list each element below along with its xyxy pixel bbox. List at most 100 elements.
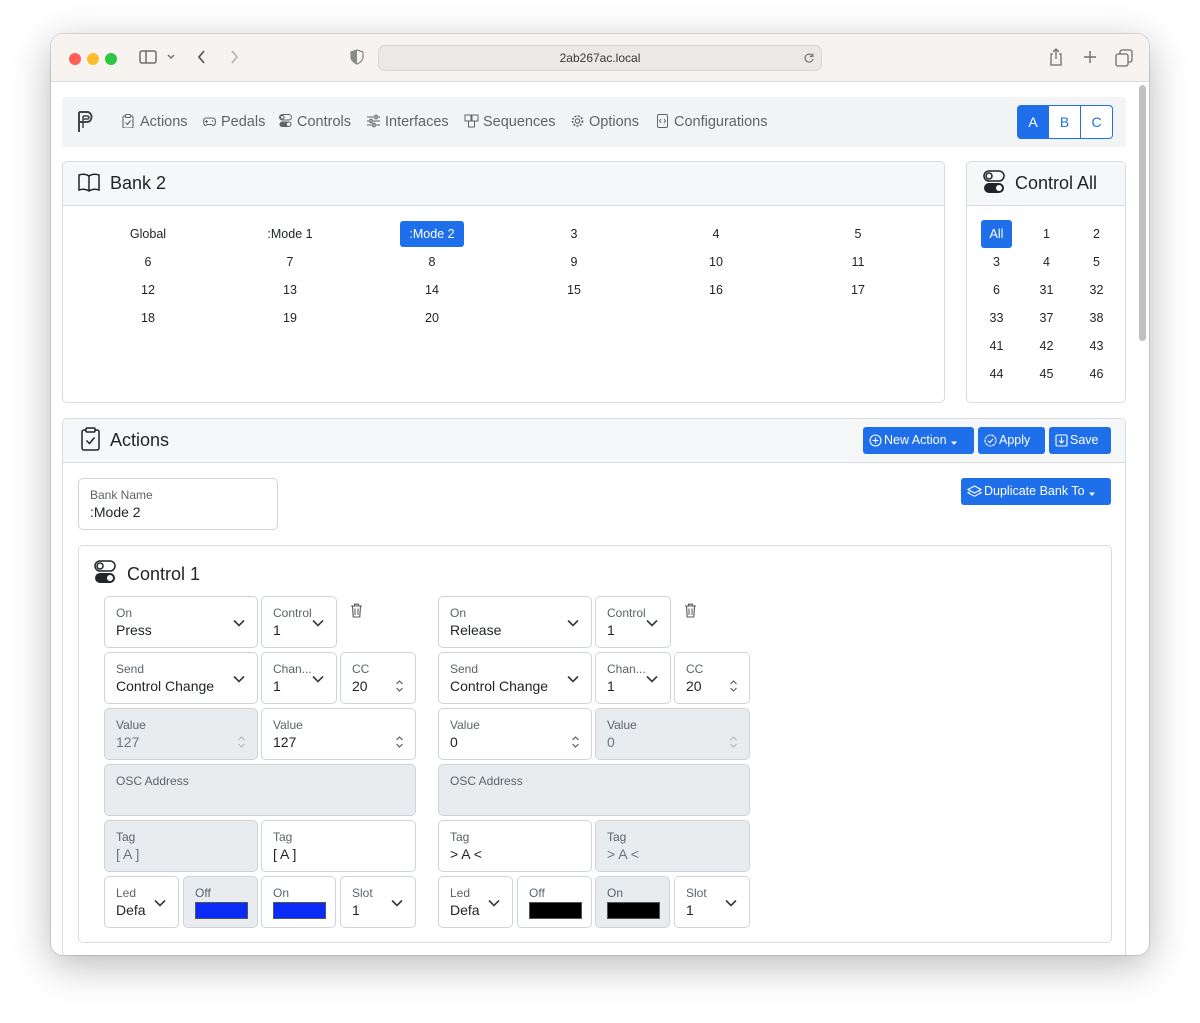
sidebar-toggle-icon[interactable] [139, 49, 157, 70]
bank-item[interactable]: 19 [258, 305, 322, 331]
control-select[interactable]: Control 1 [595, 596, 671, 648]
new-tab-icon[interactable] [1083, 49, 1097, 70]
privacy-shield-icon[interactable] [350, 49, 364, 70]
send-type-select[interactable]: Send Control Change [104, 652, 258, 704]
nav-pedals[interactable]: Pedals [202, 113, 265, 133]
tag-input[interactable]: Tag [ A ] [261, 820, 416, 872]
control-item[interactable]: 2 [1081, 220, 1112, 248]
send-type-select[interactable]: Send Control Change [438, 652, 592, 704]
control-item[interactable]: 33 [981, 304, 1012, 332]
minimize-window-button[interactable] [87, 53, 99, 65]
browser-window: 2ab267ac.local Actions Pedals Controls I… [51, 34, 1149, 955]
bank-item[interactable]: 8 [400, 249, 464, 275]
chevron-down-icon [312, 619, 324, 627]
bank-item[interactable]: 16 [684, 277, 748, 303]
save-button[interactable]: Save [1049, 427, 1111, 454]
control-select[interactable]: Control 1 [261, 596, 337, 648]
bank-item[interactable]: 7 [258, 249, 322, 275]
off-color-picker[interactable]: Off [517, 876, 592, 928]
cc-input[interactable]: CC 20 [674, 652, 750, 704]
control-item[interactable]: All [981, 220, 1012, 248]
field-label: On [607, 886, 624, 900]
channel-select[interactable]: Chan... 1 [595, 652, 671, 704]
bank-item[interactable]: 13 [258, 277, 322, 303]
value-input[interactable]: Value 0 [438, 708, 592, 760]
slot-select[interactable]: Slot 1 [340, 876, 416, 928]
apply-button[interactable]: Apply [978, 427, 1045, 454]
share-icon[interactable] [1049, 48, 1063, 71]
led-select[interactable]: Led Defa [438, 876, 513, 928]
app-logo-icon[interactable] [76, 110, 96, 134]
slot-select[interactable]: Slot 1 [674, 876, 750, 928]
control-item[interactable]: 32 [1081, 276, 1112, 304]
nav-options[interactable]: Options [570, 113, 639, 133]
control-item[interactable]: 38 [1081, 304, 1112, 332]
chevron-down-icon [567, 675, 579, 683]
profile-button-c[interactable]: C [1081, 105, 1113, 139]
new-action-button[interactable]: New Action [863, 427, 974, 454]
bank-item[interactable]: 17 [826, 277, 890, 303]
nav-interfaces[interactable]: Interfaces [366, 113, 449, 133]
address-bar[interactable]: 2ab267ac.local [378, 45, 822, 71]
bank-item[interactable]: 10 [684, 249, 748, 275]
trash-icon[interactable] [350, 603, 363, 618]
control-item[interactable]: 44 [981, 360, 1012, 388]
bank-item[interactable]: 14 [400, 277, 464, 303]
profile-button-a[interactable]: A [1017, 105, 1049, 139]
channel-select[interactable]: Chan... 1 [261, 652, 337, 704]
spinner-arrows-icon [572, 736, 579, 748]
control-item[interactable]: 1 [1031, 220, 1062, 248]
value-input[interactable]: Value 127 [261, 708, 416, 760]
control-item[interactable]: 46 [1081, 360, 1112, 388]
value-input: Value 0 [595, 708, 750, 760]
chevron-down-icon[interactable] [166, 49, 176, 70]
close-window-button[interactable] [69, 53, 81, 65]
control-item[interactable]: 4 [1031, 248, 1062, 276]
bank-item[interactable]: 18 [116, 305, 180, 331]
cc-input[interactable]: CC 20 [340, 652, 416, 704]
bank-item[interactable]: 5 [826, 221, 890, 247]
trigger-select[interactable]: On Press [104, 596, 258, 648]
control-item[interactable]: 45 [1031, 360, 1062, 388]
chevron-down-icon [233, 619, 245, 627]
control-item[interactable]: 37 [1031, 304, 1062, 332]
control-item[interactable]: 43 [1081, 332, 1112, 360]
bank-name-field[interactable]: Bank Name :Mode 2 [78, 478, 278, 530]
nav-controls[interactable]: Controls [278, 113, 351, 133]
page-scrollbar[interactable] [1139, 85, 1146, 341]
bank-item[interactable]: 9 [542, 249, 606, 275]
back-icon[interactable] [196, 49, 208, 70]
zoom-window-button[interactable] [105, 53, 117, 65]
on-color-picker[interactable]: On [261, 876, 336, 928]
reload-icon[interactable] [803, 46, 815, 78]
control-item[interactable]: 31 [1031, 276, 1062, 304]
bank-item[interactable]: 15 [542, 277, 606, 303]
bank-item[interactable]: :Mode 1 [258, 221, 322, 247]
control-item[interactable]: 6 [981, 276, 1012, 304]
bank-item[interactable]: Global [116, 221, 180, 247]
control-item[interactable]: 5 [1081, 248, 1112, 276]
tag-input[interactable]: Tag > A < [438, 820, 592, 872]
nav-configurations[interactable]: Configurations [655, 113, 768, 133]
tab-overview-icon[interactable] [1115, 49, 1133, 72]
led-select[interactable]: Led Defa [104, 876, 179, 928]
trash-icon[interactable] [684, 603, 697, 618]
profile-button-b[interactable]: B [1049, 105, 1081, 139]
bank-item[interactable]: 12 [116, 277, 180, 303]
bank-item[interactable]: 20 [400, 305, 464, 331]
nav-actions[interactable]: Actions [121, 113, 188, 133]
bank-item[interactable]: 11 [826, 249, 890, 275]
field-label: CC [686, 662, 704, 676]
field-label: Control [607, 606, 646, 620]
control-item[interactable]: 41 [981, 332, 1012, 360]
bank-item[interactable]: :Mode 2 [400, 221, 464, 247]
bank-item[interactable]: 4 [684, 221, 748, 247]
duplicate-bank-button[interactable]: Duplicate Bank To [961, 478, 1111, 505]
control-item[interactable]: 3 [981, 248, 1012, 276]
trigger-select[interactable]: On Release [438, 596, 592, 648]
control-item[interactable]: 42 [1031, 332, 1062, 360]
nav-sequences[interactable]: Sequences [464, 113, 556, 133]
bank-item[interactable]: 3 [542, 221, 606, 247]
bank-item[interactable]: 6 [116, 249, 180, 275]
forward-icon[interactable] [228, 49, 240, 70]
